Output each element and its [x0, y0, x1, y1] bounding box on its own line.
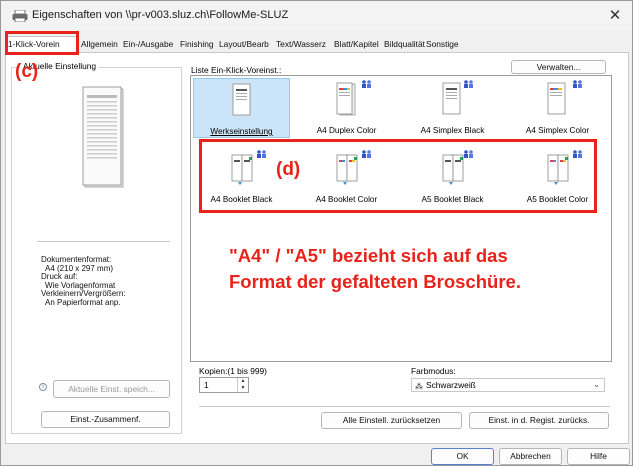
preset-label: A4 Duplex Color	[316, 126, 377, 135]
tab-text-wasserz[interactable]: Text/Wasserz	[276, 37, 326, 52]
booklet-color-icon	[336, 154, 358, 185]
copies-spinner[interactable]: ▲ ▼	[237, 378, 248, 392]
shared-users-icon	[464, 80, 473, 88]
zoom-value: An Papierformat anp.	[45, 297, 121, 307]
current-settings-info: Dokumentenformat: A4 (210 x 297 mm) Druc…	[41, 255, 126, 308]
preset-item-a5-booklet-black[interactable]: A5 Booklet Black	[404, 148, 501, 208]
printer-icon	[12, 10, 28, 22]
ok-button[interactable]: OK	[431, 448, 494, 465]
tab-strip: 1-Klick-Vorein Allgemein Ein-/Ausgabe Fi…	[5, 36, 629, 53]
preset-list[interactable]: Werkseinstellung A4 Duplex Color A4 Simp…	[190, 75, 612, 362]
manage-presets-button[interactable]: Verwalten...	[511, 60, 606, 74]
annotation-note-line1: "A4" / "A5" bezieht sich auf das	[229, 245, 508, 266]
preset-label: A4 Simplex Black	[420, 126, 485, 135]
annotation-note-line2: Format der gefalteten Broschüre.	[229, 271, 521, 292]
simplex-black-icon	[232, 83, 251, 116]
shared-users-icon	[257, 150, 266, 158]
booklet-black-icon	[231, 154, 253, 185]
copies-label: Kopien:(1 bis 999)	[199, 366, 267, 376]
close-button[interactable]: ✕	[604, 5, 626, 27]
reset-all-settings-button[interactable]: Alle Einstell. zurücksetzen	[321, 412, 462, 429]
title-bar: Eigenschaften von \\pr-v003.sluz.ch\Foll…	[1, 1, 632, 31]
preset-item-a4-booklet-color[interactable]: A4 Booklet Color	[298, 148, 395, 208]
preset-label: A4 Booklet Color	[315, 195, 378, 204]
duplex-color-icon	[336, 82, 356, 116]
bottom-divider	[199, 406, 610, 407]
cancel-button[interactable]: Abbrechen	[499, 448, 562, 465]
tab-sonstige[interactable]: Sonstige	[426, 37, 459, 52]
preset-label: A4 Simplex Color	[525, 126, 590, 135]
tab-finishing[interactable]: Finishing	[180, 37, 214, 52]
annotation-marker-c: (c)	[15, 61, 39, 82]
preset-label: A5 Booklet Color	[526, 195, 589, 204]
simplex-color-icon	[547, 82, 566, 115]
chevron-down-icon: ⌄	[593, 380, 600, 389]
color-mode-value: Schwarzweiß	[426, 380, 476, 390]
color-mode-label: Farbmodus:	[411, 366, 456, 376]
preset-item-a4-duplex-color[interactable]: A4 Duplex Color	[298, 78, 395, 138]
tab-layout-bearb[interactable]: Layout/Bearb	[219, 37, 269, 52]
preset-item-werkseinstellung[interactable]: Werkseinstellung	[193, 78, 290, 138]
window-title: Eigenschaften von \\pr-v003.sluz.ch\Foll…	[32, 9, 289, 21]
simplex-black-icon	[442, 82, 461, 115]
tab-allgemein[interactable]: Allgemein	[81, 37, 118, 52]
preset-item-a4-simplex-color[interactable]: A4 Simplex Color	[509, 78, 606, 138]
info-icon: i	[39, 383, 47, 391]
shared-users-icon	[362, 150, 371, 158]
annotation-marker-d: (d)	[276, 159, 301, 180]
spin-up-icon[interactable]: ▲	[238, 378, 248, 385]
settings-summary-button[interactable]: Einst.-Zusammenf.	[41, 411, 170, 428]
shared-users-icon	[573, 150, 582, 158]
preset-list-label: Liste Ein-Klick-Voreinst.:	[191, 65, 282, 75]
shared-users-icon	[362, 80, 371, 88]
shared-users-icon	[573, 80, 582, 88]
reset-registry-button[interactable]: Einst. in d. Regist. zurücks.	[469, 412, 609, 429]
preset-item-a4-simplex-black[interactable]: A4 Simplex Black	[404, 78, 501, 138]
preset-label: A4 Booklet Black	[210, 195, 273, 204]
tab-bildqualitaet[interactable]: Bildqualität	[384, 37, 425, 52]
help-button[interactable]: Hilfe	[567, 448, 630, 465]
save-current-settings-button[interactable]: Aktuelle Einst. speich...	[53, 380, 170, 398]
spin-down-icon[interactable]: ▼	[238, 385, 248, 392]
preset-label: Werkseinstellung	[210, 127, 273, 136]
tab-ein-ausgabe[interactable]: Ein-/Ausgabe	[123, 37, 173, 52]
tab-blatt-kapitel[interactable]: Blatt/Kapitel	[334, 37, 379, 52]
preset-label: A5 Booklet Black	[421, 195, 484, 204]
shared-users-icon	[464, 150, 473, 158]
tab-1-klick-vorein[interactable]: 1-Klick-Vorein	[5, 36, 78, 53]
color-mode-select[interactable]: ⁂ Schwarzweiß ⌄	[411, 378, 605, 392]
booklet-color-icon	[547, 154, 569, 185]
printer-properties-dialog: Eigenschaften von \\pr-v003.sluz.ch\Foll…	[0, 0, 633, 466]
preset-item-a5-booklet-color[interactable]: A5 Booklet Color	[509, 148, 606, 208]
black-white-mode-icon: ⁂	[415, 382, 423, 391]
document-preview-icon	[82, 86, 124, 188]
info-divider	[37, 241, 170, 242]
